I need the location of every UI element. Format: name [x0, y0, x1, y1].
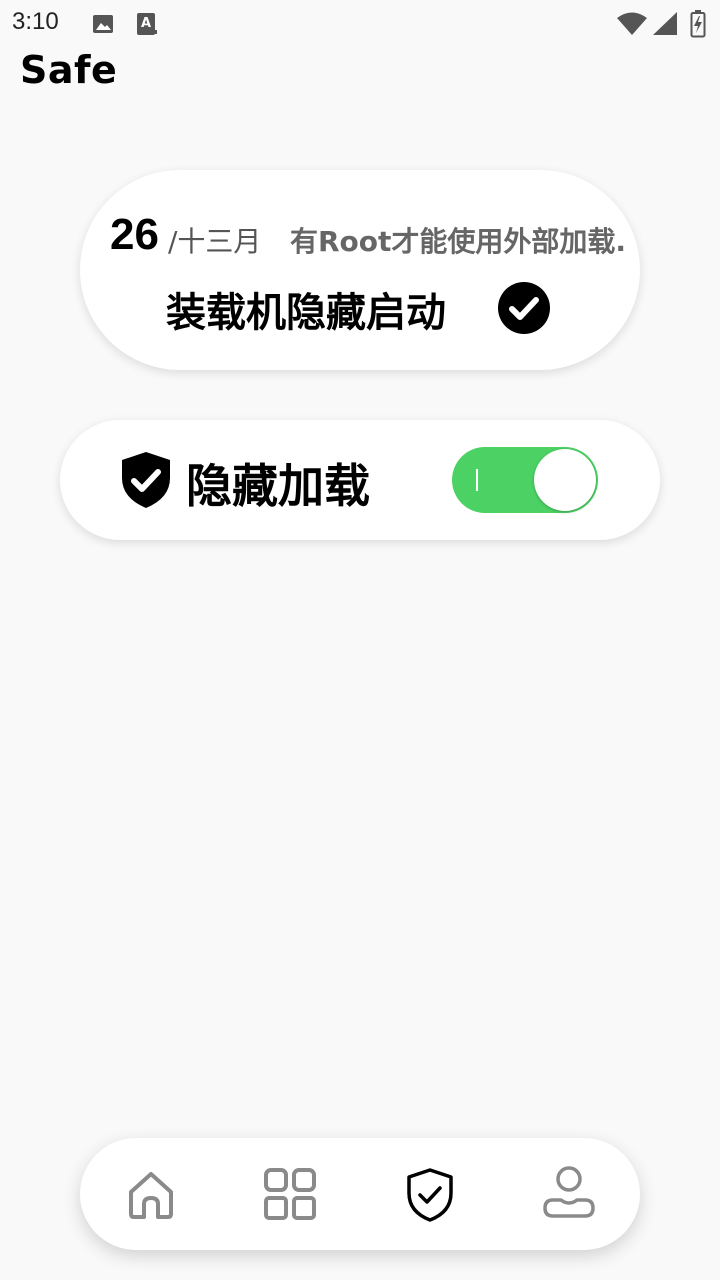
- status-time: 3:10: [12, 8, 59, 35]
- page-title: Safe: [20, 48, 118, 92]
- bottom-nav: [80, 1138, 640, 1250]
- nav-safe[interactable]: [400, 1164, 460, 1224]
- wifi-icon: [616, 12, 648, 36]
- grid-icon: [260, 1164, 320, 1224]
- toggle-knob[interactable]: [534, 449, 596, 511]
- status-bar: 3:10 A: [0, 0, 720, 48]
- signal-icon: [652, 12, 678, 36]
- hide-loading-label: 隐藏加载: [186, 459, 370, 513]
- date-card: 26 /十三月 有Root才能使用外部加载. 装载机隐藏启动: [80, 170, 640, 370]
- battery-charging-icon: [690, 10, 706, 38]
- date-day: 26: [110, 210, 159, 259]
- hide-loading-card: 隐藏加载: [60, 420, 660, 540]
- home-icon: [121, 1164, 181, 1224]
- nav-home[interactable]: [121, 1164, 181, 1224]
- svg-text:A: A: [141, 16, 151, 31]
- shield-check-icon: [120, 450, 172, 510]
- user-icon: [539, 1164, 599, 1224]
- nav-apps[interactable]: [260, 1164, 320, 1224]
- toggle-on-mark: [476, 469, 478, 491]
- hide-loading-toggle[interactable]: [452, 447, 598, 513]
- shield-check-icon: [400, 1164, 460, 1224]
- image-icon: [92, 13, 114, 35]
- nav-profile[interactable]: [539, 1164, 599, 1224]
- launcher-hidden-start-label: 装载机隐藏启动: [166, 290, 446, 336]
- date-month: /十三月: [168, 225, 262, 258]
- check-circle-icon: [498, 282, 550, 334]
- text-input-icon: A: [136, 12, 158, 36]
- root-note: 有Root才能使用外部加载.: [290, 225, 627, 258]
